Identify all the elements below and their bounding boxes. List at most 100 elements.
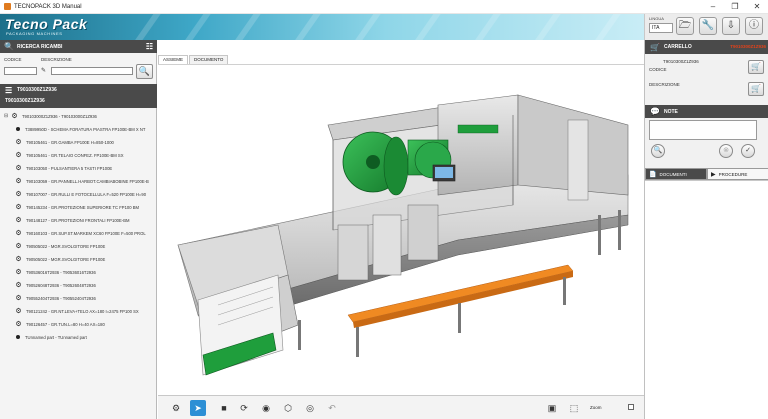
search-title: RICERCA RICAMBI [17, 43, 63, 50]
tree-item-label: T90145234 - GR.PROTEZIONE SUPERIORE TC F… [26, 204, 140, 210]
image-icon[interactable]: ▣ [544, 400, 560, 416]
wrench-icon[interactable]: 🔧 [699, 17, 717, 35]
tree-item[interactable]: T3889950D - SCHEMA FORATURA PIASTRA FP10… [0, 123, 157, 135]
exploded-view-icon[interactable]: ⚙ [168, 400, 184, 416]
header-tools: LINGUA ITA 🗁 🔧 ⇩ ⓘ [644, 14, 768, 40]
note-confirm-button[interactable]: ✓ [741, 144, 755, 158]
view-tabs: ASSIEME DOCUMENTO [158, 55, 229, 64]
cube-icon[interactable]: ⬡ [280, 400, 296, 416]
tree-item[interactable]: TUnnamed part - TUnnamed part [0, 331, 157, 343]
minimize-button[interactable]: – [702, 0, 724, 14]
assembly-gear-icon: ⚙ [15, 217, 22, 224]
selected-code-secondary: T9010300Z1Z936 [5, 98, 45, 104]
download-icon[interactable]: ⇩ [722, 17, 740, 35]
tree-item[interactable]: ⚙ T90105461 - GR.GAMBA FP100E H=850-1000 [0, 136, 157, 148]
tree-item-label: T90126457 - GR.TUN.L=80 H=40 AX=180 [26, 321, 105, 327]
tree-item[interactable]: ⚙ T90107007 - GR.RULLI E FOTOCELLULA F=52… [0, 188, 157, 200]
tab-assieme[interactable]: ASSIEME [158, 55, 189, 64]
tree-item[interactable]: ⚙ T90103059 - GR.PANNELL.HARBOT.CAMBIABOB… [0, 175, 157, 187]
parts-tree: ⊟ ⚙ T90103000Z1Z936 - T90103000Z1Z936 T3889… [0, 110, 157, 410]
assembly-gear-icon: ⚙ [15, 295, 22, 302]
tab-procedure[interactable]: ▶ PROCEDURE [707, 168, 768, 180]
tree-item-label: T90160103 - GR.SUP.ST.MARKEM XC60 FP100E… [26, 230, 146, 236]
tree-item[interactable]: ⚙ T90103050 - PULSANTIERA 5 TASTI FP100E [0, 162, 157, 174]
note-textarea[interactable] [649, 120, 757, 140]
target-icon[interactable]: ◎ [302, 400, 318, 416]
tree-item[interactable]: ⚙ T90505022 - MGR.SVOLGITORE FP100E [0, 240, 157, 252]
assembly-gear-icon: ⚙ [15, 269, 22, 276]
speech-bubble-icon: 💬 [650, 107, 660, 116]
machine-3d-model[interactable] [158, 65, 644, 396]
cart-codice-label: CODICE [649, 67, 667, 72]
tree-item-label: T90148127 - GR.PROTEZIONI FRONTALI FP100… [26, 217, 130, 223]
tab-documenti[interactable]: 📄 DOCUMENTI [645, 168, 707, 180]
tree-item-label: T90552404T2936 - T90552404T2936 [26, 295, 96, 301]
cart-title: CARRELLO [663, 44, 692, 50]
tree-item[interactable]: ⚙ T90105461 - GR.TELAIO CONFEZ. FP100E-BM… [0, 149, 157, 161]
assembly-gear-icon: ⚙ [11, 113, 18, 120]
tree-item-label: T90103050 - PULSANTIERA 5 TASTI FP100E [26, 165, 113, 171]
tree-item-label: T90105461 - GR.TELAIO CONFEZ. FP100E-BM … [26, 152, 124, 158]
note-cancel-button[interactable]: ⊗ [719, 144, 733, 158]
tree-item[interactable]: ⚙ T90526048T2936 - T90526048T2936 [0, 279, 157, 291]
folder-icon[interactable]: 🗁 [676, 17, 694, 35]
tree-item[interactable]: ⚙ T90536016T2936 - T90536016T2936 [0, 266, 157, 278]
document-tabs: 📄 DOCUMENTI ▶ PROCEDURE [645, 168, 768, 180]
search-header: 🔍 RICERCA RICAMBI ☷ [0, 40, 157, 53]
tree-item-label: T90107007 - GR.RULLI E FOTOCELLULA F=520… [26, 191, 147, 197]
rotate-icon[interactable]: ⟳ [236, 400, 252, 416]
cart-icon: 🛒 [650, 42, 660, 52]
tree-item[interactable]: ⚙ T90145234 - GR.PROTEZIONE SUPERIORE TC … [0, 201, 157, 213]
tree-item[interactable]: ⚙ T90126457 - GR.TUN.L=80 H=40 AX=180 [0, 318, 157, 330]
descrizione-input[interactable] [51, 67, 133, 75]
pointer-icon[interactable]: ➤ [190, 400, 206, 416]
assembly-gear-icon: ⚙ [15, 321, 22, 328]
descrizione-label: DESCRIZIONE [41, 57, 72, 62]
maximize-button[interactable]: ❐ [724, 0, 746, 14]
tab-procedure-label: PROCEDURE [718, 171, 748, 177]
tree-item[interactable]: ⚙ T90121242 - GR.NT.LEVA+TELO AX=180 I=24… [0, 305, 157, 317]
language-select[interactable]: ITA [649, 23, 673, 33]
note-header: 💬 NOTE [645, 105, 768, 118]
viewer-toolbar: ⚙ ➤ ■ ⟳ ◉ ⬡ ◎ ↶ ▣ ⬚ Zoom [158, 395, 644, 419]
filter-icon[interactable]: ☷ [146, 42, 153, 51]
codice-input[interactable] [4, 67, 37, 75]
tree-item-label: T90103059 - GR.PANNELL.HARBOT.CAMBIABOBI… [26, 178, 149, 184]
search-button[interactable]: 🔍 [136, 64, 153, 79]
assembly-gear-icon: ⚙ [15, 191, 22, 198]
cart-code-line: T9010300Z1Z936 [663, 59, 699, 64]
assembly-gear-icon: ⚙ [15, 178, 22, 185]
tree-item[interactable]: ⚙ T90160103 - GR.SUP.ST.MARKEM XC60 FP100… [0, 227, 157, 239]
zoom-checkbox[interactable] [628, 404, 634, 410]
tree-item[interactable]: ⚙ T90148127 - GR.PROTEZIONI FRONTALI FP10… [0, 214, 157, 226]
tree-item-label: T90505022 - MGR.SVOLGITORE FP100E [26, 243, 106, 249]
note-search-button[interactable]: 🔍 [651, 144, 665, 158]
tab-documento[interactable]: DOCUMENTO [189, 55, 229, 64]
info-icon[interactable]: ⓘ [745, 17, 763, 35]
eye-icon[interactable]: ◉ [258, 400, 274, 416]
assembly-gear-icon: ⚙ [15, 282, 22, 289]
list-icon: ☰ [5, 86, 13, 95]
document-icon: 📄 [649, 171, 657, 178]
window-title: TECNOPACK 3D Manual [14, 3, 82, 10]
close-button[interactable]: ✕ [746, 0, 768, 14]
language-label: LINGUA [649, 16, 664, 21]
undo-icon[interactable]: ↶ [324, 400, 340, 416]
tree-item-label: T90103000Z1Z936 - T90103000Z1Z936 [22, 113, 97, 119]
tree-item-label: T90536016T2936 - T90536016T2936 [26, 269, 96, 275]
tree-item-label: T3889950D - SCHEMA FORATURA PIASTRA FP10… [25, 126, 146, 132]
tree-item[interactable]: ⚙ T90505022 - MGR.SVOLGITORE FP100E [0, 253, 157, 265]
app-icon [4, 3, 11, 10]
stop-icon[interactable]: ■ [216, 400, 232, 416]
tree-item[interactable]: ⊟ ⚙ T90103000Z1Z936 - T90103000Z1Z936 [0, 110, 157, 122]
assembly-gear-icon: ⚙ [15, 204, 22, 211]
note-title: NOTE [663, 108, 678, 115]
3d-viewport[interactable] [158, 64, 644, 395]
left-panel: 🔍 RICERCA RICAMBI ☷ CODICE DESCRIZIONE ✎… [0, 40, 157, 419]
right-panel: 🛒 CARRELLO T9010300Z1Z936 T9010300Z1Z936… [644, 40, 768, 419]
add-to-cart-button[interactable]: 🛒 [748, 60, 764, 74]
remove-from-cart-button[interactable]: 🛒 [748, 82, 764, 96]
tree-item-label: T90121242 - GR.NT.LEVA+TELO AX=180 I=247… [26, 308, 139, 314]
zoom-area-icon[interactable]: ⬚ [566, 400, 582, 416]
tree-item[interactable]: ⚙ T90552404T2936 - T90552404T2936 [0, 292, 157, 304]
